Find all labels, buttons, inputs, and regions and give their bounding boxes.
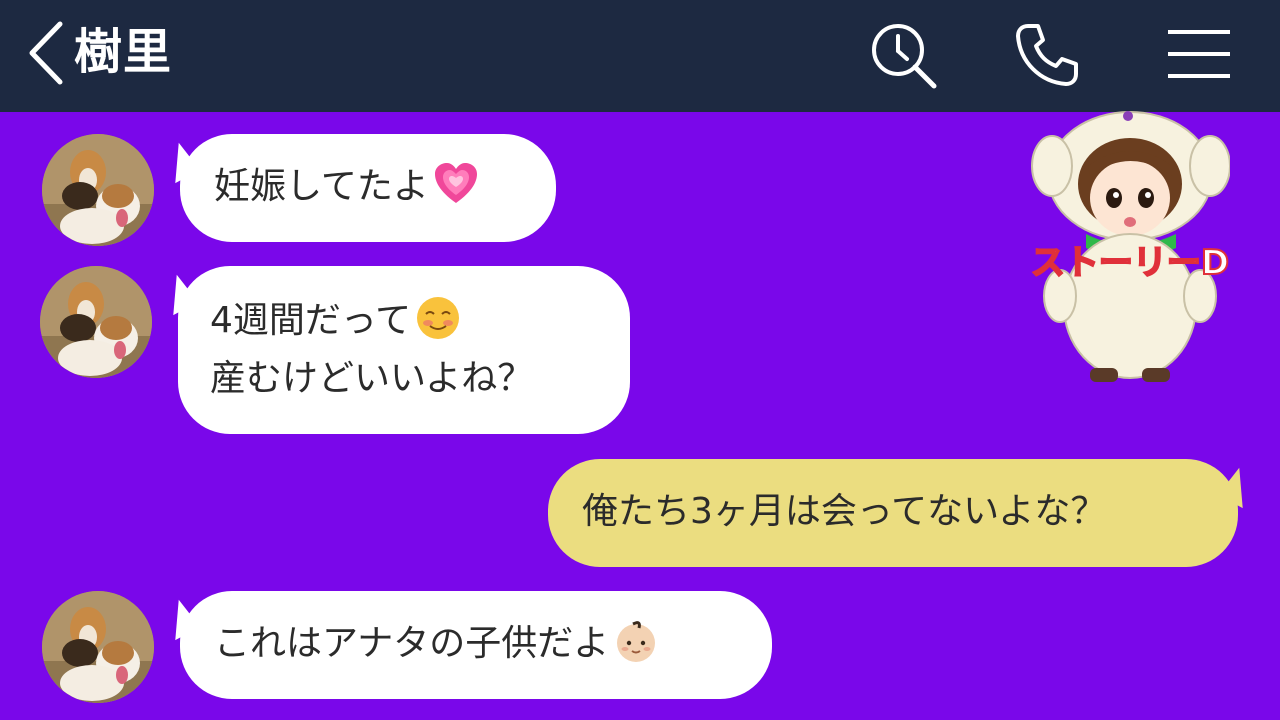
- chat-title[interactable]: 樹里: [74, 22, 172, 82]
- search-clock-icon[interactable]: [866, 18, 940, 92]
- menu-icon[interactable]: [1162, 18, 1236, 92]
- message-text: 4週間だって: [210, 300, 412, 341]
- message-text: 産むけどいいよね？: [210, 358, 534, 399]
- message-text: 妊娠してたよ: [214, 166, 429, 207]
- baby-emoji: [613, 618, 659, 664]
- avatar[interactable]: [42, 134, 154, 246]
- message-bubble[interactable]: 俺たち3ヶ月は会ってないよな？: [548, 459, 1238, 567]
- avatar[interactable]: [40, 266, 152, 378]
- chat-screen: 樹里 妊娠してたよ 4週間だって 産むけどいいよね？ 俺たち3ヶ月は会ってないよ…: [0, 0, 1280, 720]
- story-d-logo: ストーリーD: [1030, 106, 1230, 396]
- logo-text: ストーリーD: [1031, 243, 1229, 283]
- chat-header: 樹里: [0, 0, 1280, 112]
- back-chevron-icon[interactable]: [22, 18, 70, 88]
- message-bubble[interactable]: 妊娠してたよ: [180, 134, 556, 242]
- smiling-blush-emoji: [415, 295, 461, 341]
- message-bubble[interactable]: 4週間だって 産むけどいいよね？: [178, 266, 630, 434]
- phone-icon[interactable]: [1010, 18, 1084, 92]
- growing-heart-emoji: [433, 161, 479, 207]
- message-text: 俺たち3ヶ月は会ってないよな？: [582, 491, 1107, 532]
- avatar[interactable]: [42, 591, 154, 703]
- message-text: これはアナタの子供だよ: [214, 623, 610, 664]
- message-bubble[interactable]: これはアナタの子供だよ: [180, 591, 772, 699]
